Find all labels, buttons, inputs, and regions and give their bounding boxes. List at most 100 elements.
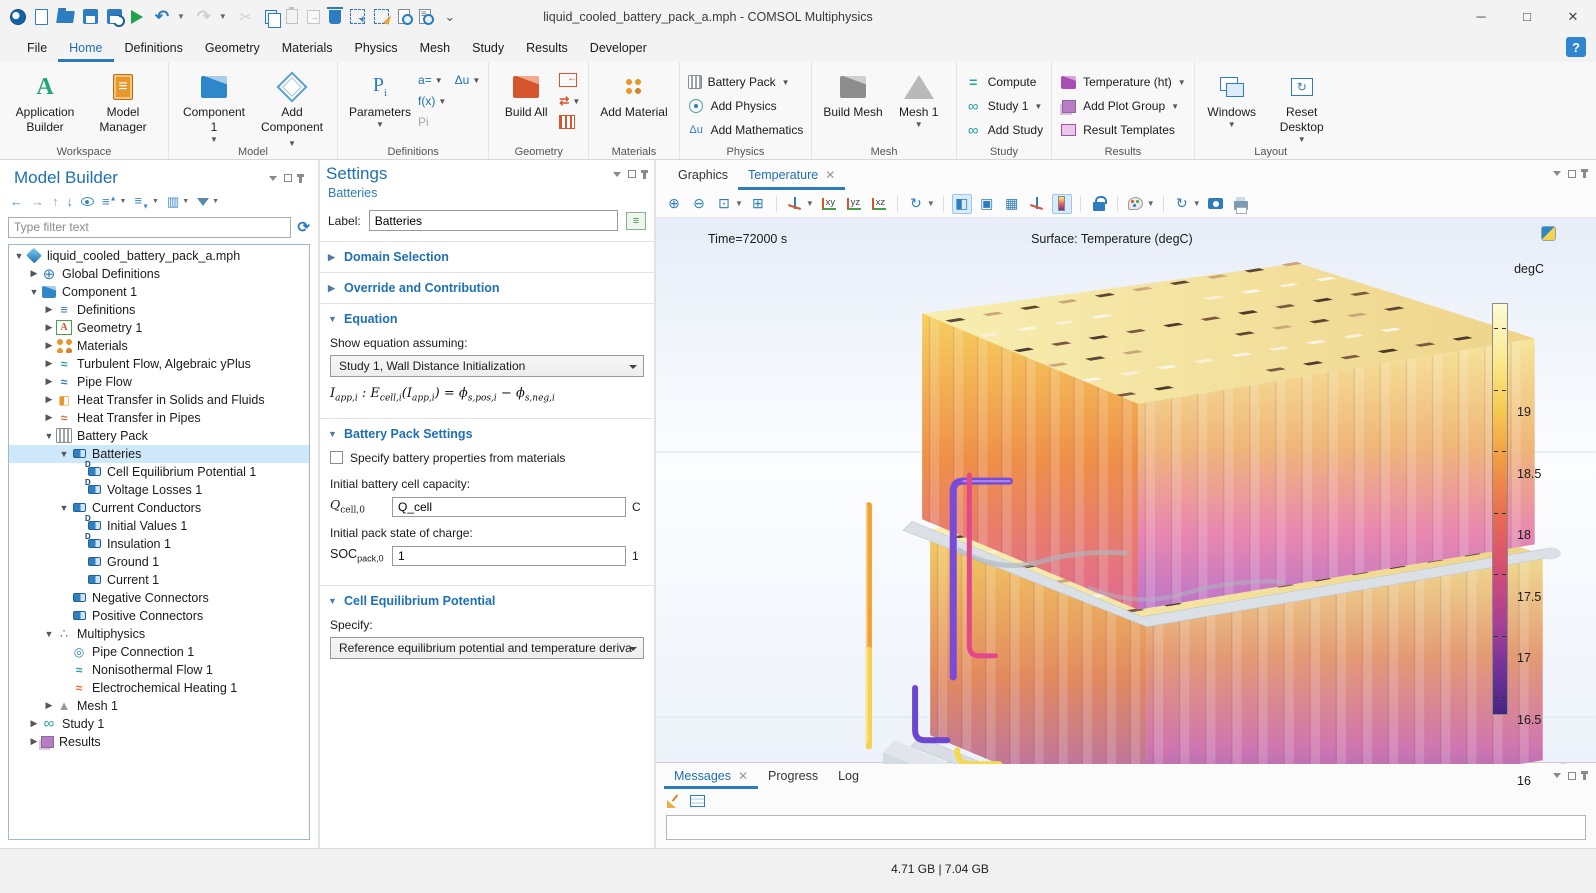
- parameter-case-button[interactable]: Pi: [418, 113, 480, 131]
- parameters-button[interactable]: Pi Parameters▼: [346, 67, 414, 132]
- duplicate-icon[interactable]: [307, 10, 320, 24]
- section-domain-selection[interactable]: ▶Domain Selection: [320, 241, 654, 272]
- float-panel-icon[interactable]: [628, 170, 636, 178]
- tree-node[interactable]: ▶∞Study 1: [9, 715, 309, 733]
- panel-menu-icon[interactable]: [613, 172, 621, 177]
- pin-panel-icon[interactable]: [643, 170, 646, 179]
- specify-dropdown[interactable]: Reference equilibrium potential and temp…: [330, 637, 644, 659]
- color-palette-caret-icon[interactable]: ▼: [1147, 199, 1155, 208]
- panel-menu-icon[interactable]: [269, 176, 277, 181]
- tree-node[interactable]: ▶◧Heat Transfer in Solids and Fluids: [9, 391, 309, 409]
- zoom-out-icon[interactable]: ⊖: [689, 194, 709, 214]
- tree-node[interactable]: Ground 1: [9, 553, 309, 571]
- move-up-icon[interactable]: ↑: [52, 194, 59, 209]
- windows-button[interactable]: Windows▼: [1203, 67, 1261, 132]
- equation-study-dropdown[interactable]: Study 1, Wall Distance Initialization: [330, 355, 644, 377]
- battery-pack-interface-button[interactable]: Battery Pack▼: [688, 72, 804, 92]
- comsol-logo-icon[interactable]: [10, 9, 26, 25]
- pin-panel-icon[interactable]: [299, 174, 302, 183]
- specify-properties-checkbox[interactable]: [330, 451, 343, 464]
- customize-toolbar-icon[interactable]: [440, 7, 460, 27]
- add-material-button[interactable]: Add Material: [597, 67, 670, 122]
- close-tab-icon[interactable]: ✕: [738, 769, 748, 783]
- study1-button[interactable]: ∞Study 1▼: [965, 96, 1043, 116]
- tree-node[interactable]: ▶Results: [9, 733, 309, 751]
- model-manager-button[interactable]: Model Manager: [86, 67, 160, 137]
- tree-expander-icon[interactable]: ▼: [43, 629, 55, 639]
- tree-expander-icon[interactable]: ▼: [43, 431, 55, 441]
- copy-icon[interactable]: [265, 10, 277, 24]
- tab-temperature[interactable]: Temperature✕: [738, 160, 845, 190]
- help-button[interactable]: ?: [1566, 37, 1586, 57]
- tree-node[interactable]: Current 1: [9, 571, 309, 589]
- go-to-view-icon[interactable]: [785, 194, 805, 214]
- brush-box-icon[interactable]: [374, 9, 389, 24]
- virtual-operations-button[interactable]: [559, 113, 580, 131]
- component-button[interactable]: Component 1▼: [177, 67, 251, 147]
- grid-icon[interactable]: ▦: [1002, 194, 1022, 214]
- capacity-input[interactable]: [392, 497, 626, 517]
- save-icon[interactable]: [83, 9, 98, 24]
- tree-expander-icon[interactable]: ▶: [28, 268, 40, 279]
- tree-node[interactable]: ▶≡Definitions: [9, 301, 309, 319]
- print-icon[interactable]: [1231, 194, 1251, 214]
- pin-panel-icon[interactable]: [1583, 771, 1586, 780]
- soc-input[interactable]: [392, 546, 626, 566]
- graphics-canvas[interactable]: Time=72000 s Surface: Temperature (degC)…: [656, 218, 1596, 762]
- tree-node[interactable]: ▶≈Pipe Flow: [9, 373, 309, 391]
- filter-icon[interactable]: [197, 198, 209, 206]
- delete-icon[interactable]: [329, 10, 341, 24]
- tree-expander-icon[interactable]: ▼: [28, 287, 40, 297]
- add-study-button[interactable]: ∞Add Study: [965, 120, 1043, 140]
- menu-study[interactable]: Study: [461, 33, 515, 62]
- update-plot-caret-icon[interactable]: ▼: [1193, 199, 1201, 208]
- tree-expander-icon[interactable]: ▼: [58, 503, 70, 513]
- menu-file[interactable]: File: [16, 33, 58, 62]
- tab-log[interactable]: Log: [828, 763, 869, 789]
- tree-node[interactable]: ▶≈Turbulent Flow, Algebraic yPlus: [9, 355, 309, 373]
- expand-all-icon[interactable]: ≡▲: [102, 194, 117, 209]
- tree-expander-icon[interactable]: ▼: [58, 449, 70, 459]
- build-all-button[interactable]: Build All: [497, 67, 555, 122]
- tree-expander-icon[interactable]: ▶: [43, 340, 55, 351]
- pin-panel-icon[interactable]: [1583, 169, 1586, 178]
- tree-node[interactable]: ≈Nonisothermal Flow 1: [9, 661, 309, 679]
- paste-icon[interactable]: [286, 9, 298, 24]
- zoom-extents-icon[interactable]: ⊞: [748, 194, 768, 214]
- tab-graphics[interactable]: Graphics: [668, 160, 738, 190]
- float-panel-icon[interactable]: [284, 174, 292, 182]
- result-templates-button[interactable]: Result Templates: [1060, 120, 1186, 140]
- close-button[interactable]: ✕: [1550, 0, 1596, 33]
- add-mathematics-button[interactable]: ΔuAdd Mathematics: [688, 120, 804, 140]
- tree-filter-input[interactable]: [8, 217, 291, 238]
- tree-expander-icon[interactable]: ▶: [43, 322, 55, 333]
- label-input[interactable]: [369, 210, 618, 231]
- forward-icon[interactable]: →: [31, 194, 44, 209]
- color-palette-icon[interactable]: [1126, 194, 1146, 214]
- save-as-icon[interactable]: [107, 9, 122, 24]
- rotate-caret-icon[interactable]: ▼: [927, 199, 935, 208]
- nonlocal-couplings-button[interactable]: Δu▼: [455, 71, 481, 89]
- tree-expander-icon[interactable]: ▶: [43, 394, 55, 405]
- redo-icon[interactable]: [194, 7, 214, 27]
- zoom-box-icon[interactable]: ⊡: [714, 194, 734, 214]
- collapse-all-icon[interactable]: ≡▼: [134, 193, 149, 211]
- back-icon[interactable]: ←: [10, 194, 23, 209]
- menu-physics[interactable]: Physics: [343, 33, 408, 62]
- float-panel-icon[interactable]: [1568, 772, 1576, 780]
- menu-home[interactable]: Home: [58, 33, 113, 62]
- close-tab-icon[interactable]: ✕: [825, 168, 835, 182]
- tree-node[interactable]: ▶⊕Global Definitions: [9, 265, 309, 283]
- float-panel-icon[interactable]: [1568, 170, 1576, 178]
- menu-results[interactable]: Results: [515, 33, 579, 62]
- find-replace-icon[interactable]: [419, 9, 431, 24]
- tree-expander-icon[interactable]: ▶: [43, 358, 55, 369]
- color-legend-icon[interactable]: [1052, 194, 1072, 214]
- tree-node[interactable]: ▼Batteries: [9, 445, 309, 463]
- cut-icon[interactable]: [236, 7, 256, 27]
- add-physics-button[interactable]: Add Physics: [688, 96, 804, 116]
- tree-node[interactable]: ▶AGeometry 1: [9, 319, 309, 337]
- tree-expander-icon[interactable]: ▶: [28, 718, 40, 729]
- menu-materials[interactable]: Materials: [271, 33, 344, 62]
- lock-view-icon[interactable]: [1089, 194, 1109, 214]
